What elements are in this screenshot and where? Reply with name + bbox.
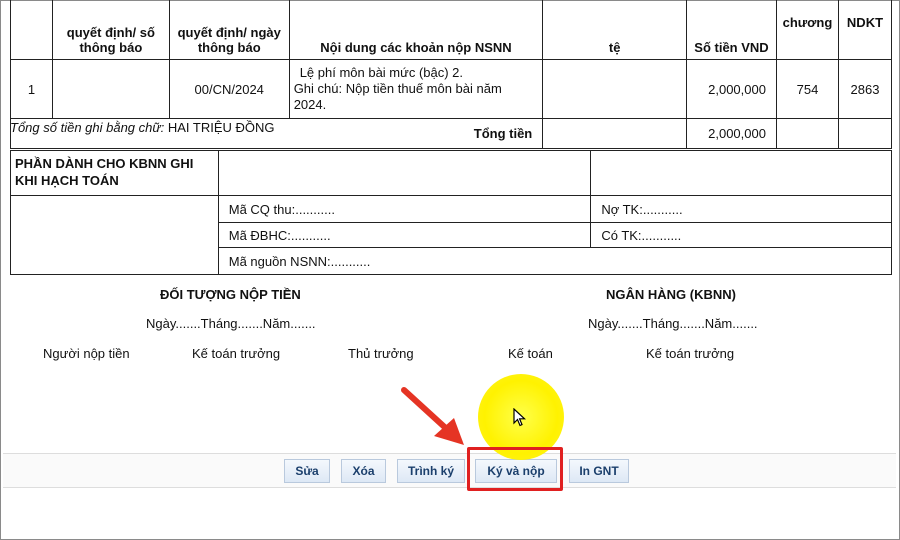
row-chuong: 754 xyxy=(775,59,839,119)
mouse-pointer-icon xyxy=(513,408,527,427)
nguoi-nop-tien: Người nộp tiền xyxy=(43,346,130,361)
thu-truong: Thủ trưởng xyxy=(348,346,414,361)
header-so-thong-bao: quyết định/ số thông báo xyxy=(51,0,170,60)
header-ngay-thong-bao: quyết định/ ngày thông báo xyxy=(168,0,290,60)
total-value: 2,000,000 xyxy=(686,118,777,149)
ma-nguon-nsnn: Mã nguồn NSNN:........... xyxy=(217,247,893,275)
row-ngay: 00/CN/2024 xyxy=(168,59,290,119)
row-so-thong-bao xyxy=(51,59,170,119)
ngan-hang-title: NGÂN HÀNG (KBNN) xyxy=(606,287,736,302)
ma-cq-thu: Mã CQ thu:........... xyxy=(217,195,592,223)
doi-tuong-nop-tien-title: ĐỐI TƯỢNG NỘP TIỀN xyxy=(160,287,301,302)
submit-for-signing-button[interactable]: Trình ký xyxy=(397,459,465,483)
total-ndkt xyxy=(837,118,893,149)
kbnn-left-blank xyxy=(10,195,219,275)
amount-in-words-value: HAI TRIỆU ĐỒNG xyxy=(167,120,275,135)
row-noi-dung: Lệ phí môn bài mức (bậc) 2. Ghi chú: Nộp… xyxy=(288,59,544,119)
table-row: 1 00/CN/2024 Lệ phí môn bài mức (bậc) 2.… xyxy=(10,59,893,119)
ke-toan-truong-right: Kế toán trưởng xyxy=(646,346,735,361)
kbnn-row-1: Mã CQ thu:........... Nợ TK:........... xyxy=(10,195,892,275)
kbnn-section-table: PHẦN DÀNH CHO KBNN GHI KHI HẠCH TOÁN Mã … xyxy=(10,150,893,275)
highlight-box xyxy=(467,447,563,491)
amount-in-words-label: Tổng số tiền ghi bằng chữ: xyxy=(10,120,165,135)
print-gnt-button[interactable]: In GNT xyxy=(569,459,629,483)
row-stt: 1 xyxy=(10,59,53,119)
ke-toan: Kế toán xyxy=(508,346,553,361)
no-tk: Nợ TK:........... xyxy=(590,195,892,223)
delete-button[interactable]: Xóa xyxy=(341,459,386,483)
date-right: Ngày.......Tháng.......Năm....... xyxy=(588,316,758,331)
red-arrow-icon xyxy=(401,387,464,445)
header-ndkt: NDKT xyxy=(837,0,893,60)
date-left: Ngày.......Tháng.......Năm....... xyxy=(146,316,316,331)
total-te xyxy=(542,118,688,149)
kbnn-title: PHẦN DÀNH CHO KBNN GHI KHI HẠCH TOÁN xyxy=(10,150,219,196)
row-noi-dung-line2: Ghi chú: Nộp tiền thuế môn bài năm xyxy=(293,81,502,96)
header-so-tien: Số tiền VND xyxy=(686,0,777,60)
edit-button[interactable]: Sửa xyxy=(284,459,330,483)
total-chuong xyxy=(775,118,839,149)
table-header-row: quyết định/ số thông báo quyết định/ ngà… xyxy=(10,0,893,60)
header-chuong: chương xyxy=(775,0,839,60)
kbnn-title-blank-1 xyxy=(217,150,592,196)
row-noi-dung-line3: 2024. xyxy=(293,97,327,112)
amount-in-words: Tổng số tiền ghi bằng chữ: HAI TRIỆU ĐỒN… xyxy=(10,120,275,135)
header-te: tệ xyxy=(542,0,688,60)
header-stt xyxy=(10,0,53,60)
kbnn-title-blank-2 xyxy=(590,150,892,196)
row-te xyxy=(542,59,688,119)
row-ndkt: 2863 xyxy=(837,59,893,119)
row-so-tien: 2,000,000 xyxy=(686,59,777,119)
ke-toan-truong-left: Kế toán trưởng xyxy=(192,346,281,361)
co-tk: Có TK:........... xyxy=(590,222,892,248)
header-noi-dung: Nội dung các khoản nộp NSNN xyxy=(288,0,544,60)
ma-dbhc: Mã ĐBHC:........... xyxy=(217,222,592,248)
row-noi-dung-line1: Lệ phí môn bài mức (bậc) 2. xyxy=(299,65,464,80)
kbnn-title-row: PHẦN DÀNH CHO KBNN GHI KHI HẠCH TOÁN xyxy=(10,150,892,196)
